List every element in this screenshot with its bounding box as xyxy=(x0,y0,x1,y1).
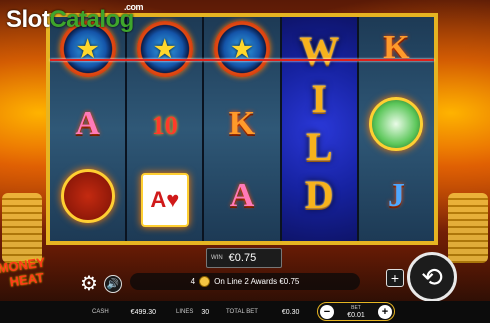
reel-1: ★ A xyxy=(50,17,128,241)
bottom-bar: CASH €499.30 LINES 30 TOTAL BET €0.30 xyxy=(0,301,490,323)
lines-value: 30 xyxy=(201,308,210,316)
reel-frame: ★ A ★ 10 A♥ ★ K A W I L D K J xyxy=(46,13,438,245)
bet-selector: − BET €0.01 + xyxy=(317,302,395,321)
reel-5: K J xyxy=(358,17,435,241)
reel-2: ★ 10 A♥ xyxy=(127,17,205,241)
cash-label: CASH xyxy=(92,309,109,315)
fire-chip-symbol xyxy=(60,169,115,223)
star-badge-symbol: ★ xyxy=(136,21,193,77)
total-bet-label: TOTAL BET xyxy=(226,309,258,315)
cash-value: €499.30 xyxy=(130,308,156,316)
win-info-bar: 4 On Line 2 Awards €0.75 xyxy=(130,273,360,290)
coin-icon xyxy=(199,276,211,287)
cash-group: CASH €499.30 xyxy=(92,309,156,316)
watermark-catalog: Catalog xyxy=(49,6,134,33)
win-value: €0.75 xyxy=(228,252,257,264)
letter-k-symbol: K xyxy=(228,105,256,142)
ten-symbol: 10 xyxy=(151,111,178,140)
wild-letter: I xyxy=(311,76,327,121)
letter-a-symbol: A xyxy=(75,105,100,142)
lines-group: LINES 30 xyxy=(176,309,209,316)
bet-decrease-button[interactable]: − xyxy=(320,304,334,319)
winning-payline xyxy=(50,59,434,61)
letter-j-symbol: J xyxy=(387,177,405,214)
letter-a-symbol: A xyxy=(229,177,255,214)
watermark-logo: SlotCatalog .com xyxy=(6,2,144,34)
bet-value: €0.01 xyxy=(347,311,365,319)
watermark-com: .com xyxy=(124,2,144,12)
total-bet-group: TOTAL BET €0.30 xyxy=(226,309,299,316)
wild-letter: D xyxy=(304,172,334,217)
star-badge-symbol: ★ xyxy=(214,21,270,77)
wild-letter: L xyxy=(305,124,333,169)
reel-4-wild: W I L D xyxy=(281,17,359,241)
autoplay-plus-button[interactable]: + xyxy=(386,269,404,287)
win-label: WIN xyxy=(211,255,223,261)
cash-money-symbol xyxy=(369,97,424,151)
letter-k-symbol: K xyxy=(383,29,410,66)
win-message: On Line 2 Awards €0.75 xyxy=(214,277,300,286)
bet-increase-button[interactable]: + xyxy=(378,304,392,319)
win-display: WIN €0.75 xyxy=(206,248,282,268)
coin-stack-right xyxy=(448,193,488,263)
settings-gear-icon[interactable]: ⚙ xyxy=(78,272,100,295)
lines-label: LINES xyxy=(176,309,194,315)
sound-icon[interactable]: 🔊 xyxy=(104,275,122,293)
bet-display: BET €0.01 xyxy=(347,304,365,320)
total-bet-value: €0.30 xyxy=(281,308,300,316)
reel-3: ★ K A xyxy=(204,17,282,241)
wild-symbol: W I L D xyxy=(299,27,339,219)
spin-button[interactable]: ⟲ xyxy=(407,252,457,302)
line-number: 4 xyxy=(190,277,196,286)
reels: ★ A ★ 10 A♥ ★ K A W I L D K J xyxy=(50,17,435,241)
coin-stack-left xyxy=(2,193,42,263)
watermark-slot: Slot xyxy=(6,6,50,33)
playing-cards-symbol: A♥ xyxy=(140,173,189,227)
wild-letter: W xyxy=(299,28,340,73)
bet-label: BET xyxy=(351,304,361,311)
